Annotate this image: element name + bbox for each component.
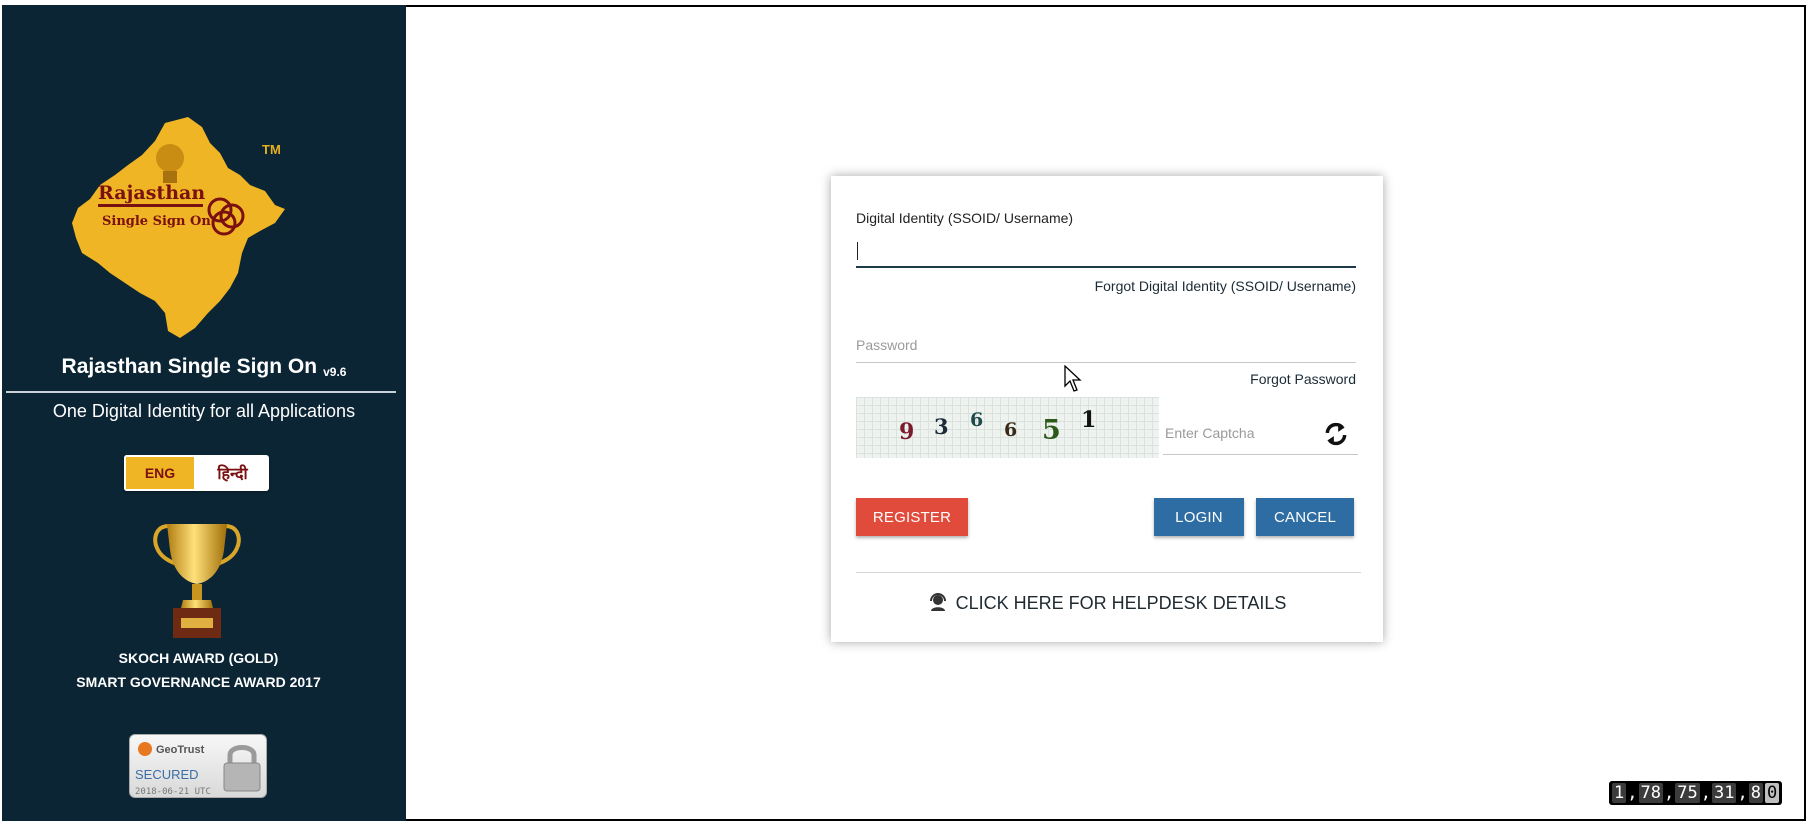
captcha-digit: 9 [899,419,915,445]
mouse-cursor-icon [1064,365,1082,392]
ssoid-label: Digital Identity (SSOID/ Username) [856,210,1074,226]
login-button[interactable]: LOGIN [1154,498,1244,536]
captcha-digit: 1 [1081,407,1097,433]
seal-status: SECURED [135,767,199,782]
refresh-icon[interactable] [1323,421,1349,447]
lang-english-button[interactable]: ENG [124,455,196,491]
captcha-digit: 6 [970,409,984,431]
ssoid-input[interactable] [856,234,1356,268]
sidebar: Rajasthan Single Sign On TM Rajasthan Si… [2,5,406,821]
counter-digit: 8 [1748,783,1763,803]
award-line-1: SKOCH AWARD (GOLD) [118,650,279,666]
helpdesk-label: CLICK HERE FOR HELPDESK DETAILS [955,593,1287,613]
app-title-text: Rajasthan Single Sign On [61,355,318,378]
app-title: Rajasthan Single Sign On v9.6 [2,355,406,379]
rajasthan-map-logo: Rajasthan Single Sign On [72,117,285,338]
password-input[interactable] [856,328,1356,363]
register-button[interactable]: REGISTER [856,498,968,536]
logo-text-sso: Single Sign On [102,214,211,229]
forgot-password-link[interactable]: Forgot Password [1250,371,1356,387]
trademark-mark: TM [262,142,281,157]
login-card: Digital Identity (SSOID/ Username) Forgo… [831,176,1383,642]
helpdesk-link[interactable]: CLICK HERE FOR HELPDESK DETAILS [831,592,1383,614]
geotrust-seal-graphic: GeoTrust SECURED 2018-06-21 UTC [135,742,261,797]
text-caret [857,242,858,260]
logo-text-rajasthan: Rajasthan [98,182,205,204]
forgot-ssoid-link[interactable]: Forgot Digital Identity (SSOID/ Username… [1095,278,1356,294]
seal-date: 2018-06-21 UTC [135,787,211,797]
captcha-digit: 3 [934,414,949,439]
counter-digit: 1 [1612,783,1627,803]
counter-digit: 0 [1764,783,1780,803]
tagline: One Digital Identity for all Application… [52,401,356,421]
award-line-2: SMART GOVERNANCE AWARD 2017 [76,674,321,690]
card-divider [856,572,1361,573]
helpdesk-icon [929,593,946,611]
view-counter: 1, 78, 75, 31, 8 0 [1609,781,1783,805]
cancel-button[interactable]: CANCEL [1256,498,1354,536]
seal-brand: GeoTrust [156,744,205,756]
captcha-digit: 5 [1042,415,1061,446]
counter-digit: 31 [1711,783,1737,803]
counter-digit: 78 [1638,783,1663,803]
counter-digit: 75 [1675,783,1700,803]
captcha-digit: 6 [1004,419,1018,441]
sidebar-divider [6,391,396,393]
captcha-image: 9 3 6 6 5 1 [856,397,1159,458]
trophy-icon [153,524,241,638]
language-toggle: ENG हिन्दी [124,455,269,491]
lang-hindi-button[interactable]: हिन्दी [196,455,269,491]
geotrust-seal[interactable]: GeoTrust SECURED 2018-06-21 UTC [129,734,267,798]
version-label: v9.6 [323,365,347,379]
